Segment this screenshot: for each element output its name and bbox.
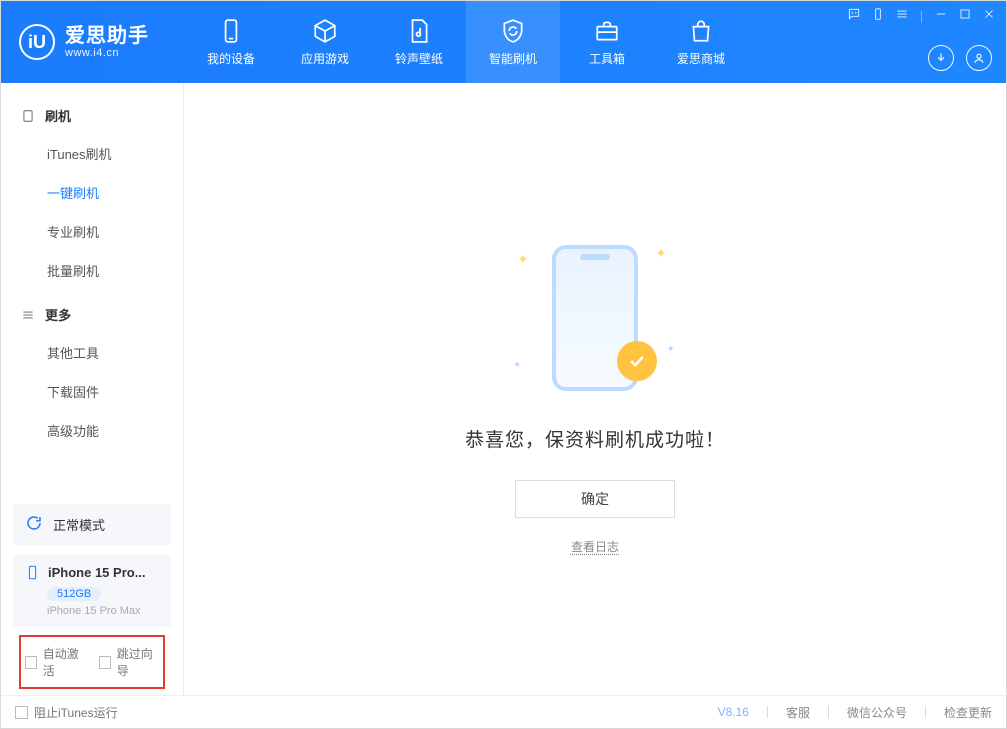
brand-logo-icon: iU bbox=[19, 24, 55, 60]
download-button[interactable] bbox=[928, 45, 954, 71]
sparkle-icon: ✦ bbox=[655, 245, 667, 262]
device-card[interactable]: iPhone 15 Pro... 512GB iPhone 15 Pro Max bbox=[13, 555, 171, 627]
sidebar-item-itunes-flash[interactable]: iTunes刷机 bbox=[1, 134, 183, 173]
menu-icon[interactable] bbox=[895, 7, 909, 26]
nav-label: 爱思商城 bbox=[677, 50, 725, 67]
nav-label: 我的设备 bbox=[207, 50, 255, 67]
feedback-icon[interactable] bbox=[847, 7, 861, 26]
nav-store[interactable]: 爱思商城 bbox=[654, 1, 748, 83]
top-navbar: 我的设备 应用游戏 铃声壁纸 智能刷机 工具箱 爱思商城 bbox=[184, 1, 748, 83]
divider bbox=[767, 706, 768, 718]
sidebar-item-oneclick-flash[interactable]: 一键刷机 bbox=[1, 173, 183, 212]
minimize-button[interactable] bbox=[934, 7, 948, 26]
view-log-link[interactable]: 查看日志 bbox=[571, 538, 619, 555]
divider bbox=[925, 706, 926, 718]
ok-button[interactable]: 确定 bbox=[515, 480, 675, 518]
nav-label: 工具箱 bbox=[589, 50, 625, 67]
device-mode-card[interactable]: 正常模式 bbox=[13, 504, 171, 545]
brand-subtitle: www.i4.cn bbox=[65, 47, 149, 59]
maximize-button[interactable] bbox=[958, 7, 972, 26]
phone-icon bbox=[25, 565, 40, 580]
sidebar-item-batch-flash[interactable]: 批量刷机 bbox=[1, 251, 183, 290]
device-icon bbox=[218, 18, 244, 44]
divider bbox=[921, 11, 922, 23]
window-controls-bar bbox=[847, 7, 996, 26]
header-actions bbox=[928, 45, 992, 71]
tablet-icon bbox=[21, 109, 35, 123]
refresh-icon bbox=[25, 514, 43, 535]
sidebar-group-more: 更多 其他工具 下载固件 高级功能 bbox=[1, 296, 183, 450]
nav-ringtones-wallpapers[interactable]: 铃声壁纸 bbox=[372, 1, 466, 83]
app-header: iU 爱思助手 www.i4.cn 我的设备 应用游戏 铃声壁纸 智能刷机 bbox=[1, 1, 1006, 83]
phone-link-icon[interactable] bbox=[871, 7, 885, 26]
nav-apps-games[interactable]: 应用游戏 bbox=[278, 1, 372, 83]
sidebar: 刷机 iTunes刷机 一键刷机 专业刷机 批量刷机 更多 其他工具 下载固件 … bbox=[1, 83, 184, 695]
nav-toolbox[interactable]: 工具箱 bbox=[560, 1, 654, 83]
sidebar-group-flash: 刷机 iTunes刷机 一键刷机 专业刷机 批量刷机 bbox=[1, 97, 183, 290]
success-illustration: ✦ ✦ ✦ ✦ bbox=[495, 233, 695, 403]
checkbox-icon bbox=[99, 656, 111, 669]
sidebar-group-title: 更多 bbox=[45, 305, 71, 324]
storage-badge: 512GB bbox=[47, 587, 101, 601]
version-label: V8.16 bbox=[718, 705, 749, 719]
music-file-icon bbox=[406, 18, 432, 44]
device-model: iPhone 15 Pro Max bbox=[47, 605, 159, 617]
sidebar-item-advanced[interactable]: 高级功能 bbox=[1, 411, 183, 450]
checkbox-icon bbox=[25, 656, 37, 669]
sidebar-group-title: 刷机 bbox=[45, 106, 71, 125]
shield-refresh-icon bbox=[500, 18, 526, 44]
sidebar-group-head-flash[interactable]: 刷机 bbox=[1, 97, 183, 134]
nav-smart-flash[interactable]: 智能刷机 bbox=[466, 1, 560, 83]
checkbox-icon bbox=[15, 706, 28, 719]
footer-bar: 阻止iTunes运行 V8.16 客服 微信公众号 检查更新 bbox=[1, 695, 1006, 728]
toolbox-icon bbox=[594, 18, 620, 44]
device-mode-label: 正常模式 bbox=[53, 515, 105, 534]
close-button[interactable] bbox=[982, 7, 996, 26]
main-content: ✦ ✦ ✦ ✦ 恭喜您，保资料刷机成功啦！ 确定 查看日志 bbox=[184, 83, 1006, 695]
shopping-bag-icon bbox=[688, 18, 714, 44]
checkbox-auto-activate[interactable]: 自动激活 bbox=[25, 645, 85, 679]
sparkle-icon: ✦ bbox=[517, 251, 529, 268]
nav-my-device[interactable]: 我的设备 bbox=[184, 1, 278, 83]
options-highlight-box: 自动激活 跳过向导 bbox=[19, 635, 165, 689]
nav-label: 智能刷机 bbox=[489, 50, 537, 67]
device-name: iPhone 15 Pro... bbox=[48, 565, 146, 580]
sidebar-item-pro-flash[interactable]: 专业刷机 bbox=[1, 212, 183, 251]
success-check-icon bbox=[617, 341, 657, 381]
success-headline: 恭喜您，保资料刷机成功啦！ bbox=[465, 425, 725, 452]
checkbox-label: 阻止iTunes运行 bbox=[34, 704, 118, 721]
sidebar-item-download-firmware[interactable]: 下载固件 bbox=[1, 372, 183, 411]
checkbox-label: 跳过向导 bbox=[117, 645, 159, 679]
sparkle-icon: ✦ bbox=[513, 360, 521, 371]
divider bbox=[828, 706, 829, 718]
cube-icon bbox=[312, 18, 338, 44]
nav-label: 铃声壁纸 bbox=[395, 50, 443, 67]
footer-link-update[interactable]: 检查更新 bbox=[944, 704, 992, 721]
footer-link-wechat[interactable]: 微信公众号 bbox=[847, 704, 907, 721]
brand-title: 爱思助手 bbox=[65, 25, 149, 47]
sidebar-group-head-more[interactable]: 更多 bbox=[1, 296, 183, 333]
checkbox-block-itunes[interactable]: 阻止iTunes运行 bbox=[15, 704, 118, 721]
footer-link-support[interactable]: 客服 bbox=[786, 704, 810, 721]
brand-block: iU 爱思助手 www.i4.cn bbox=[1, 1, 184, 83]
menu-icon bbox=[21, 308, 35, 322]
nav-label: 应用游戏 bbox=[301, 50, 349, 67]
checkbox-label: 自动激活 bbox=[43, 645, 85, 679]
checkbox-skip-wizard[interactable]: 跳过向导 bbox=[99, 645, 159, 679]
sidebar-item-other-tools[interactable]: 其他工具 bbox=[1, 333, 183, 372]
sparkle-icon: ✦ bbox=[667, 344, 675, 355]
account-button[interactable] bbox=[966, 45, 992, 71]
